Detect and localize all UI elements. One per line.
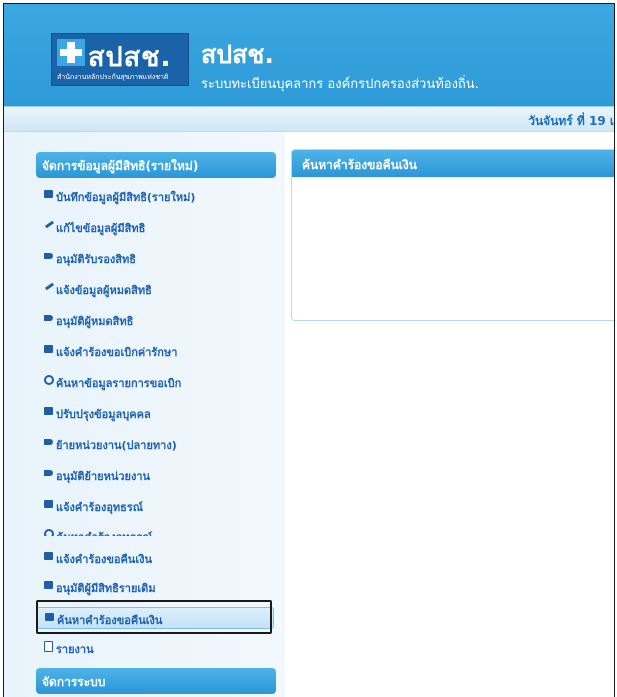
date-bar: วันจันทร์ ที่ 19 เ — [4, 106, 614, 132]
content-panel-title: ค้นหาคำร้องขอคืนเงิน — [292, 150, 614, 177]
menu-item-label: อนุมัติรับรองสิทธิ — [56, 253, 136, 266]
menu-item-refund-request[interactable]: แจ้งคำร้องขอคืนเงิน — [36, 547, 274, 569]
flag-icon — [44, 253, 53, 259]
menu-item-approve-existing[interactable]: อนุมัติผู้มีสิทธิรายเดิม — [36, 576, 274, 598]
save-icon — [44, 500, 53, 508]
flag-icon — [44, 439, 53, 445]
brand-subtitle: ระบบทะเบียนบุคลากร องค์กรปกครองส่วนท้องถ… — [201, 77, 479, 92]
current-date: วันจันทร์ ที่ 19 เ — [528, 114, 614, 128]
menu-item-label: อนุมัติย้ายหน่วยงาน — [56, 470, 151, 483]
menu-item-search-claims[interactable]: ค้นหาข้อมูลรายการขอเบิก — [36, 371, 274, 393]
app-frame: สปสช. สำนักงานหลักประกันสุขภาพแห่งชาติ ส… — [3, 3, 615, 697]
highlight-annotation — [36, 600, 272, 634]
menu-item-appeal-request[interactable]: แจ้งคำร้องอุทธรณ์ — [36, 495, 274, 517]
document-icon — [44, 641, 53, 652]
save-icon — [44, 345, 53, 353]
menu-item-reports[interactable]: รายงาน — [36, 637, 274, 659]
content-panel: ค้นหาคำร้องขอคืนเงิน — [291, 149, 614, 321]
menu-item-edit-beneficiary[interactable]: แก้ไขข้อมูลผู้มีสิทธิ — [36, 216, 274, 238]
menu-item-label: ค้นหาคำร้องอุทธรณ์ — [56, 528, 152, 536]
menu-item-label: อนุมัติผู้มีสิทธิรายเดิม — [56, 582, 156, 595]
nhso-logo[interactable]: สปสช. สำนักงานหลักประกันสุขภาพแห่งชาติ — [51, 33, 189, 86]
menu-item-claim-request[interactable]: แจ้งคำร้องขอเบิกค่ารักษา — [36, 340, 274, 362]
logo-tagline: สำนักงานหลักประกันสุขภาพแห่งชาติ — [57, 73, 169, 81]
menu-item-label: ย้ายหน่วยงาน(ปลายทาง) — [56, 439, 177, 452]
flag-icon — [44, 315, 53, 321]
save-icon — [44, 581, 53, 589]
search-icon — [44, 529, 54, 536]
menu-item-label: ค้นหาข้อมูลรายการขอเบิก — [56, 377, 182, 390]
menu-item-label: ปรับปรุงข้อมูลบุคคล — [56, 408, 151, 421]
sidebar-section-system-management[interactable]: จัดการระบบ — [36, 668, 276, 694]
menu-item-label: แจ้งข้อมูลผู้หมดสิทธิ — [56, 284, 152, 297]
menu-item-label: บันทึกข้อมูลผู้มีสิทธิ(รายใหม่) — [56, 191, 196, 204]
menu-item-transfer-unit[interactable]: ย้ายหน่วยงาน(ปลายทาง) — [36, 433, 274, 455]
menu-item-label: รายงาน — [56, 643, 94, 656]
menu-item-report-expired-rights[interactable]: แจ้งข้อมูลผู้หมดสิทธิ — [36, 278, 274, 300]
search-icon — [44, 375, 54, 385]
save-icon — [44, 552, 53, 560]
menu-item-label: แจ้งคำร้องขอเบิกค่ารักษา — [56, 346, 178, 359]
save-icon — [44, 190, 53, 198]
cross-logo-icon — [57, 39, 85, 66]
menu-item-label: อนุมัติผู้หมดสิทธิ — [56, 315, 134, 328]
menu-item-approve-expired[interactable]: อนุมัติผู้หมดสิทธิ — [36, 309, 274, 331]
menu-item-update-person[interactable]: ปรับปรุงข้อมูลบุคคล — [36, 402, 274, 424]
menu-item-approve-rights[interactable]: อนุมัติรับรองสิทธิ — [36, 247, 274, 269]
save-icon — [44, 407, 53, 415]
menu-item-search-appeals[interactable]: ค้นหาคำร้องอุทธรณ์ — [36, 528, 274, 536]
flag-icon — [44, 470, 53, 476]
header: สปสช. สำนักงานหลักประกันสุขภาพแห่งชาติ ส… — [4, 4, 614, 106]
menu-item-label: แจ้งคำร้องอุทธรณ์ — [56, 501, 144, 514]
menu-item-label: แก้ไขข้อมูลผู้มีสิทธิ — [56, 222, 146, 235]
menu-item-approve-transfer[interactable]: อนุมัติย้ายหน่วยงาน — [36, 464, 274, 486]
pen-icon — [44, 283, 53, 291]
menu-item-label: แจ้งคำร้องขอคืนเงิน — [56, 553, 152, 566]
menu-item-search-appeals-inner: ค้นหาคำร้องอุทธรณ์ — [36, 528, 274, 536]
menu-item-record-beneficiary[interactable]: บันทึกข้อมูลผู้มีสิทธิ(รายใหม่) — [36, 185, 274, 207]
sidebar-section-beneficiary-management[interactable]: จัดการข้อมูลผู้มีสิทธิ(รายใหม่) — [36, 152, 276, 178]
wrench-icon — [44, 221, 53, 229]
brand-title: สปสช. — [201, 40, 274, 69]
